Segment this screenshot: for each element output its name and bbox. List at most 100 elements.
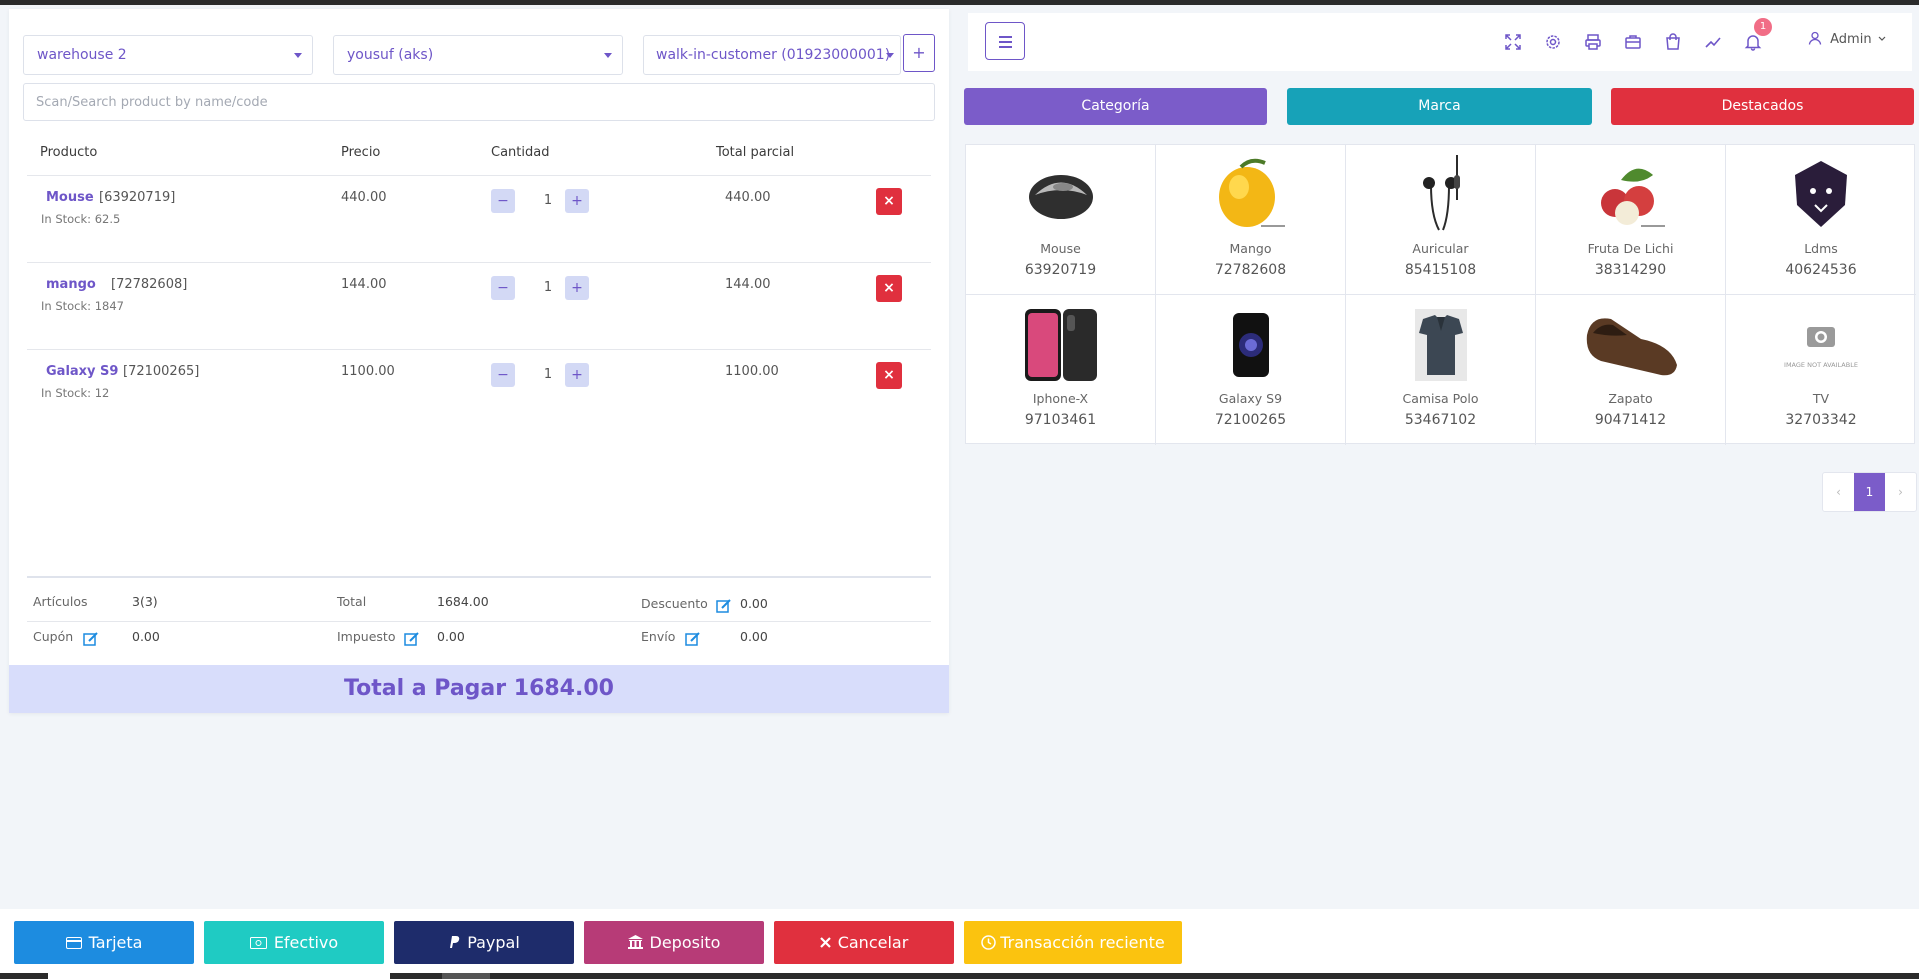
- user-select-value: yousuf (aks): [347, 47, 434, 63]
- product-name[interactable]: Mouse: [46, 190, 94, 205]
- notification-badge: 1: [1754, 18, 1772, 36]
- qty-value[interactable]: 1: [533, 367, 563, 382]
- customer-select-value: walk-in-customer (01923000001): [656, 47, 891, 63]
- product-card[interactable]: Iphone-X 97103461: [966, 295, 1156, 445]
- printer-icon[interactable]: [1584, 33, 1602, 51]
- recent-transactions-button[interactable]: Transacción reciente: [964, 921, 1182, 964]
- product-code: [72100265]: [123, 364, 200, 379]
- deposit-payment-label: Deposito: [649, 933, 721, 952]
- paypal-icon: [450, 936, 460, 948]
- shopping-bag-icon[interactable]: [1664, 33, 1682, 51]
- image-not-available-icon: [1807, 327, 1835, 347]
- product-name: Fruta De Lichi: [1587, 241, 1674, 256]
- increase-qty-button[interactable]: +: [565, 276, 589, 300]
- remove-item-button[interactable]: ×: [876, 275, 902, 302]
- product-name: Camisa Polo: [1402, 391, 1479, 406]
- cancel-sale-button[interactable]: Cancelar: [774, 921, 954, 964]
- edit-shipping-icon[interactable]: [685, 631, 701, 647]
- paypal-payment-label: Paypal: [467, 933, 520, 952]
- trending-chart-icon[interactable]: [1704, 33, 1722, 51]
- stock-label: In Stock: 1847: [41, 299, 124, 313]
- product-name[interactable]: Galaxy S9: [46, 364, 118, 379]
- product-code: 32703342: [1785, 412, 1857, 428]
- product-card[interactable]: Mouse 63920719: [966, 145, 1156, 295]
- discount-value: 0.00: [740, 596, 768, 611]
- user-name: Admin: [1830, 32, 1872, 47]
- bank-icon: [627, 935, 643, 949]
- brand-filter-button[interactable]: Marca: [1287, 88, 1592, 125]
- decrease-qty-button[interactable]: −: [491, 363, 515, 387]
- cart-panel: warehouse 2 yousuf (aks) walk-in-custome…: [9, 9, 949, 713]
- galaxy-phone-image: [1232, 313, 1269, 377]
- product-name[interactable]: mango: [46, 277, 96, 292]
- cash-payment-button[interactable]: Efectivo: [204, 921, 384, 964]
- edit-discount-icon[interactable]: [716, 598, 732, 614]
- bottom-edge-segment: [442, 973, 490, 979]
- edit-tax-icon[interactable]: [404, 631, 420, 647]
- remove-item-button[interactable]: ×: [876, 362, 902, 389]
- featured-filter-button[interactable]: Destacados: [1611, 88, 1914, 125]
- price-value: 144.00: [341, 277, 387, 292]
- customer-select[interactable]: walk-in-customer (01923000001): [643, 35, 901, 75]
- decrease-qty-button[interactable]: −: [491, 276, 515, 300]
- next-page-button[interactable]: ›: [1885, 473, 1916, 511]
- total-label: Total: [337, 594, 367, 609]
- close-icon: [819, 937, 831, 948]
- briefcase-icon[interactable]: [1624, 33, 1642, 51]
- prev-page-button[interactable]: ‹: [1823, 473, 1854, 511]
- product-card[interactable]: Zapato 90471412: [1536, 295, 1726, 445]
- earphones-image: [1422, 155, 1460, 231]
- product-search-input[interactable]: [23, 83, 935, 121]
- shipping-label: Envío: [641, 629, 676, 644]
- fullscreen-icon[interactable]: [1504, 33, 1522, 51]
- menu-toggle-button[interactable]: [985, 22, 1025, 60]
- product-card[interactable]: Mango 72782608: [1156, 145, 1346, 295]
- add-customer-button[interactable]: +: [903, 34, 935, 72]
- price-value: 1100.00: [341, 364, 395, 379]
- discount-label: Descuento: [641, 596, 708, 611]
- user-menu[interactable]: Admin: [1808, 31, 1886, 47]
- product-card[interactable]: IMAGE NOT AVAILABLE TV 32703342: [1726, 295, 1916, 445]
- total-value: 1684.00: [437, 594, 489, 609]
- pagination: ‹ 1 ›: [1822, 472, 1917, 512]
- product-name: Zapato: [1608, 391, 1653, 406]
- decrease-qty-button[interactable]: −: [491, 189, 515, 213]
- bottom-edge-bar: [0, 973, 1919, 979]
- shipping-value: 0.00: [740, 629, 768, 644]
- mouse-image: [1028, 175, 1093, 219]
- qty-value[interactable]: 1: [533, 193, 563, 208]
- product-card[interactable]: Auricular 85415108: [1346, 145, 1536, 295]
- stock-label: In Stock: 12: [41, 386, 110, 400]
- coupon-label: Cupón: [33, 629, 74, 644]
- qty-value[interactable]: 1: [533, 280, 563, 295]
- user-select[interactable]: yousuf (aks): [333, 35, 623, 75]
- paypal-payment-button[interactable]: Paypal: [394, 921, 574, 964]
- payment-bar: Tarjeta Efectivo Paypal Deposito Cancela…: [0, 909, 1919, 973]
- edit-coupon-icon[interactable]: [83, 631, 99, 647]
- product-card[interactable]: Ldms 40624536: [1726, 145, 1916, 295]
- deposit-payment-button[interactable]: Deposito: [584, 921, 764, 964]
- settings-gear-icon[interactable]: [1544, 33, 1562, 51]
- product-card[interactable]: Galaxy S9 72100265: [1156, 295, 1346, 445]
- product-card[interactable]: Fruta De Lichi 38314290: [1536, 145, 1726, 295]
- subtotal-value: 144.00: [725, 277, 771, 292]
- product-code: 90471412: [1594, 412, 1667, 428]
- warehouse-select[interactable]: warehouse 2: [23, 35, 313, 75]
- product-name: Iphone-X: [1032, 391, 1089, 406]
- recent-transactions-label: Transacción reciente: [1000, 933, 1165, 952]
- card-payment-button[interactable]: Tarjeta: [14, 921, 194, 964]
- product-name: Mouse: [1040, 241, 1081, 256]
- bell-icon[interactable]: [1744, 33, 1762, 51]
- chevron-down-icon: [886, 53, 894, 58]
- table-row: mango [72782608] In Stock: 1847 144.00 −…: [27, 263, 931, 350]
- category-filter-button[interactable]: Categoría: [964, 88, 1267, 125]
- product-card[interactable]: Camisa Polo 53467102: [1346, 295, 1536, 445]
- page-1-button[interactable]: 1: [1854, 473, 1885, 511]
- hamburger-icon-bar: [999, 46, 1012, 48]
- product-name: TV: [1812, 391, 1830, 406]
- product-name: Ldms: [1804, 241, 1838, 256]
- remove-item-button[interactable]: ×: [876, 188, 902, 215]
- product-code: 85415108: [1404, 262, 1477, 278]
- increase-qty-button[interactable]: +: [565, 363, 589, 387]
- increase-qty-button[interactable]: +: [565, 189, 589, 213]
